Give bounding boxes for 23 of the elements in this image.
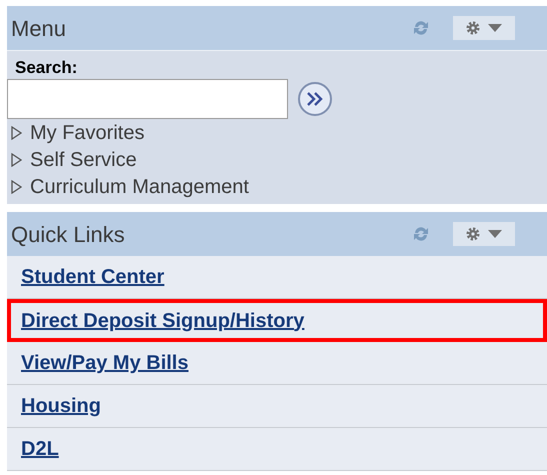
collapsed-arrow-icon bbox=[10, 152, 22, 166]
menu-item[interactable]: Self Service bbox=[7, 146, 547, 173]
panel-title: Menu bbox=[11, 14, 68, 42]
collapsed-arrow-icon bbox=[10, 126, 22, 140]
gear-icon bbox=[465, 226, 481, 242]
caret-icon bbox=[487, 23, 503, 33]
menu-item[interactable]: Curriculum Management bbox=[7, 173, 547, 200]
double-chevron-icon bbox=[306, 92, 324, 106]
panel-title: Quick Links bbox=[11, 220, 126, 248]
settings-menu-button[interactable] bbox=[453, 16, 515, 40]
menu-item[interactable]: My Favorites bbox=[7, 119, 547, 146]
quick-link[interactable]: Housing bbox=[21, 391, 101, 421]
gear-icon bbox=[465, 20, 481, 36]
quick-link[interactable]: Direct Deposit Signup/History bbox=[21, 306, 304, 336]
search-label: Search: bbox=[14, 57, 78, 79]
search-field[interactable] bbox=[7, 79, 288, 119]
quick-link[interactable]: View/Pay My Bills bbox=[21, 348, 188, 378]
collapsed-arrow-icon bbox=[10, 180, 22, 194]
quick-link[interactable]: D2L bbox=[21, 434, 59, 464]
quick-link[interactable]: Student Center bbox=[21, 262, 164, 292]
caret-icon bbox=[487, 229, 503, 239]
go-button[interactable] bbox=[298, 82, 332, 116]
settings-menu-button[interactable] bbox=[453, 222, 515, 246]
